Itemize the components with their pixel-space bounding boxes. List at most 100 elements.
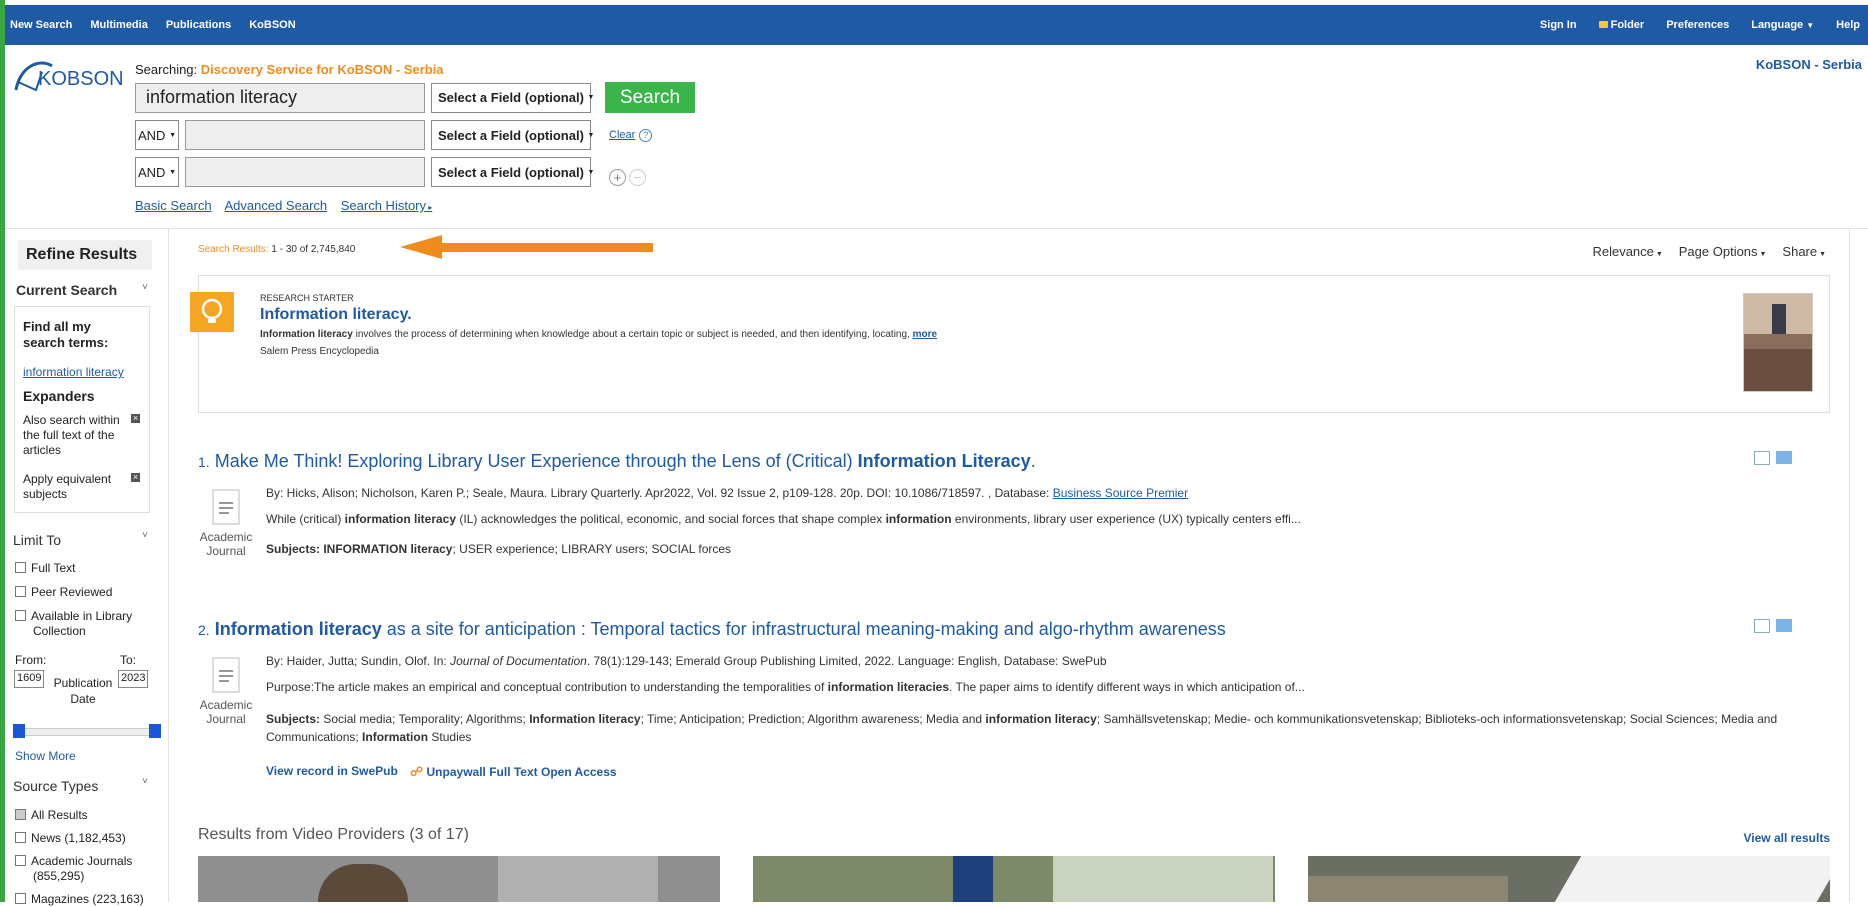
sort-relevance-menu[interactable]: Relevance ▼ [1592, 244, 1662, 259]
search-button[interactable]: Search [605, 82, 695, 113]
lightbulb-icon [190, 292, 234, 332]
nav-kobson[interactable]: KoBSON [249, 19, 295, 31]
basic-search-link[interactable]: Basic Search [135, 198, 212, 213]
document-icon[interactable] [209, 656, 243, 694]
more-link[interactable]: more [913, 329, 937, 340]
search-input-3[interactable] [185, 157, 425, 187]
checkbox[interactable] [15, 610, 26, 621]
checkbox[interactable] [15, 562, 26, 573]
research-starter-snippet: Information literacy involves the proces… [260, 329, 938, 340]
document-icon[interactable] [209, 488, 243, 526]
preview-icon[interactable] [1754, 619, 1770, 633]
source-academic-journals[interactable]: Academic Journals (855,295) [15, 854, 163, 884]
chevron-down-icon[interactable]: ˅ [142, 530, 148, 541]
folder-icon [1598, 21, 1608, 28]
chevron-down-icon[interactable]: ˅ [142, 282, 148, 293]
result-title[interactable]: 2. Information literacy as a site for an… [198, 619, 1226, 639]
date-range-slider[interactable] [13, 724, 161, 738]
chevron-down-icon[interactable]: ˅ [142, 776, 148, 787]
checkbox[interactable] [15, 586, 26, 597]
field-select-3[interactable]: Select a Field (optional) ▼ [431, 157, 594, 187]
slider-handle-min[interactable] [13, 724, 25, 738]
clear-link[interactable]: Clear [609, 129, 635, 141]
limit-full-text[interactable]: Full Text [15, 561, 75, 576]
current-search-box: Find all my search terms: information li… [14, 306, 150, 513]
search-history-link[interactable]: Search History ▸ [341, 198, 433, 213]
source-all-results[interactable]: All Results [15, 808, 88, 823]
source-news[interactable]: News (1,182,453) [15, 831, 126, 846]
database-link[interactable]: Business Source Premier [1053, 486, 1188, 500]
video-thumbnail[interactable] [198, 856, 720, 902]
remove-expander-icon[interactable]: × [131, 414, 140, 423]
expanders-label: Expanders [23, 388, 95, 404]
search-row-2: AND ▼ Select a Field (optional) ▼ Clear … [135, 120, 653, 150]
chevron-down-icon: ▼ [1817, 251, 1826, 258]
page-options-menu[interactable]: Page Options ▼ [1679, 244, 1767, 259]
sign-in-link[interactable]: Sign In [1540, 19, 1577, 31]
view-all-results-link[interactable]: View all results [1744, 831, 1831, 845]
current-search-heading[interactable]: Current Search [16, 282, 117, 298]
search-term-link[interactable]: information literacy [23, 365, 124, 379]
checkbox[interactable] [15, 832, 26, 843]
date-from-input[interactable]: 1609 [14, 670, 44, 688]
show-more-link[interactable]: Show More [15, 749, 76, 764]
svg-text:KOBSON: KOBSON [38, 68, 122, 90]
result-title[interactable]: 1. Make Me Think! Exploring Library User… [198, 451, 1036, 471]
source-types-heading[interactable]: Source Types [13, 778, 98, 794]
bool-operator-2[interactable]: AND ▼ [135, 157, 179, 187]
date-to-input[interactable]: 2023 [118, 670, 148, 688]
language-menu[interactable]: Language ▼ [1751, 19, 1814, 31]
document-type-label: Academic Journal [199, 530, 253, 558]
add-row-icon[interactable]: + [609, 168, 626, 186]
share-menu[interactable]: Share ▼ [1782, 244, 1826, 259]
checkbox[interactable] [15, 893, 26, 904]
preferences-link[interactable]: Preferences [1666, 19, 1729, 31]
chevron-down-icon: ▼ [587, 131, 595, 139]
chevron-down-icon: ▼ [1653, 251, 1663, 258]
advanced-search-link[interactable]: Advanced Search [225, 198, 328, 213]
chevron-down-icon: ▼ [169, 131, 176, 139]
field-select-2[interactable]: Select a Field (optional) ▼ [431, 120, 594, 150]
search-input-2[interactable] [185, 120, 425, 150]
research-starter-image[interactable] [1743, 293, 1813, 392]
publication-date-label: Publication Date [53, 676, 113, 706]
nav-multimedia[interactable]: Multimedia [90, 19, 147, 31]
arrow-annotation-icon [400, 235, 653, 259]
limit-peer-reviewed[interactable]: Peer Reviewed [15, 585, 112, 600]
video-thumbnail[interactable] [753, 856, 1275, 902]
limit-to-heading[interactable]: Limit To [13, 532, 61, 548]
add-to-folder-icon[interactable] [1776, 619, 1792, 632]
view-record-link[interactable]: View record in SwePub [266, 764, 398, 778]
refine-sidebar: Refine Results Current Search ˅ Find all… [5, 229, 169, 906]
nav-publications[interactable]: Publications [166, 19, 231, 31]
search-service-name[interactable]: Discovery Service for KoBSON - Serbia [201, 62, 444, 77]
result-actions [1754, 619, 1792, 633]
kobson-logo[interactable]: KOBSON [12, 52, 124, 97]
slider-handle-max[interactable] [149, 724, 161, 738]
search-mode-links: Basic Search Advanced Search Search Hist… [135, 198, 442, 213]
kobson-logo-icon: KOBSON [14, 61, 124, 92]
research-starter-title[interactable]: Information literacy. [260, 306, 412, 324]
source-magazines[interactable]: Magazines (223,163) [15, 892, 144, 907]
limit-library-collection[interactable]: Available in Library Collection [15, 609, 163, 639]
remove-expander-icon[interactable]: × [131, 473, 140, 482]
search-input[interactable]: information literacy [135, 82, 425, 113]
help-icon[interactable]: ? [639, 128, 653, 142]
remove-row-icon[interactable]: − [629, 168, 646, 186]
window-edge [0, 0, 5, 902]
research-starter-label: RESEARCH STARTER [260, 293, 354, 303]
folder-link[interactable]: Folder [1598, 19, 1644, 31]
video-thumbnail[interactable] [1308, 856, 1830, 902]
nav-new-search[interactable]: New Search [10, 19, 72, 31]
help-link[interactable]: Help [1836, 19, 1860, 31]
search-row-3: AND ▼ Select a Field (optional) ▼ + − [135, 157, 649, 187]
field-select-1[interactable]: Select a Field (optional) ▼ [431, 82, 594, 113]
checkbox[interactable] [15, 809, 26, 820]
bool-operator-1[interactable]: AND ▼ [135, 120, 179, 150]
checkbox[interactable] [15, 855, 26, 866]
slider-track [17, 728, 159, 736]
add-to-folder-icon[interactable] [1776, 451, 1792, 464]
unpaywall-link[interactable]: ☍ Unpaywall Full Text Open Access [410, 764, 617, 780]
preview-icon[interactable] [1754, 451, 1770, 465]
top-navigation-bar: New Search Multimedia Publications KoBSO… [0, 5, 1868, 45]
